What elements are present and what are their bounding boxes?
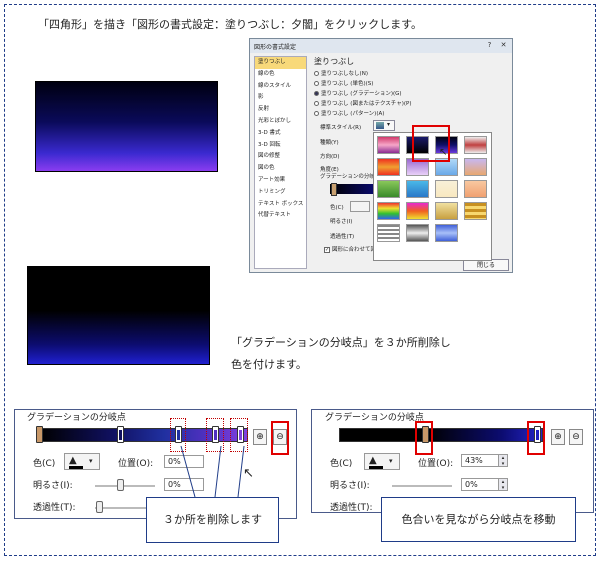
highlight-moved-stop (415, 421, 433, 455)
add-stop-icon[interactable]: ⊕ (551, 429, 565, 445)
left-callout: ３か所を削除します (146, 497, 279, 543)
right-panel-title: グラデーションの分岐点 (325, 413, 424, 423)
paint-bucket-icon: ▲ (369, 455, 377, 466)
right-color-label: 色(C) (330, 459, 353, 469)
right-brightness-label: 明るさ(I): (330, 481, 370, 491)
remove-stop-icon[interactable]: ⊖ (569, 429, 583, 445)
color-swatch (369, 466, 383, 469)
right-transparency-label: 透過性(T): (330, 503, 373, 513)
right-brightness-field[interactable]: 0% (461, 478, 499, 491)
right-color-picker[interactable]: ▲ ▾ (364, 453, 400, 470)
right-position-label: 位置(O): (418, 459, 454, 469)
right-callout: 色合いを見ながら分岐点を移動 (381, 497, 576, 542)
right-brightness-spinner[interactable]: ▴ ▾ (498, 478, 508, 491)
right-position-spinner[interactable]: ▴ ▾ (498, 454, 508, 467)
right-gradient-bar[interactable] (339, 428, 543, 442)
right-brightness-track[interactable] (392, 485, 452, 487)
chevron-down-icon: ▾ (389, 457, 393, 465)
right-position-field[interactable]: 43% (461, 454, 499, 467)
highlight-end-stop (527, 421, 545, 455)
